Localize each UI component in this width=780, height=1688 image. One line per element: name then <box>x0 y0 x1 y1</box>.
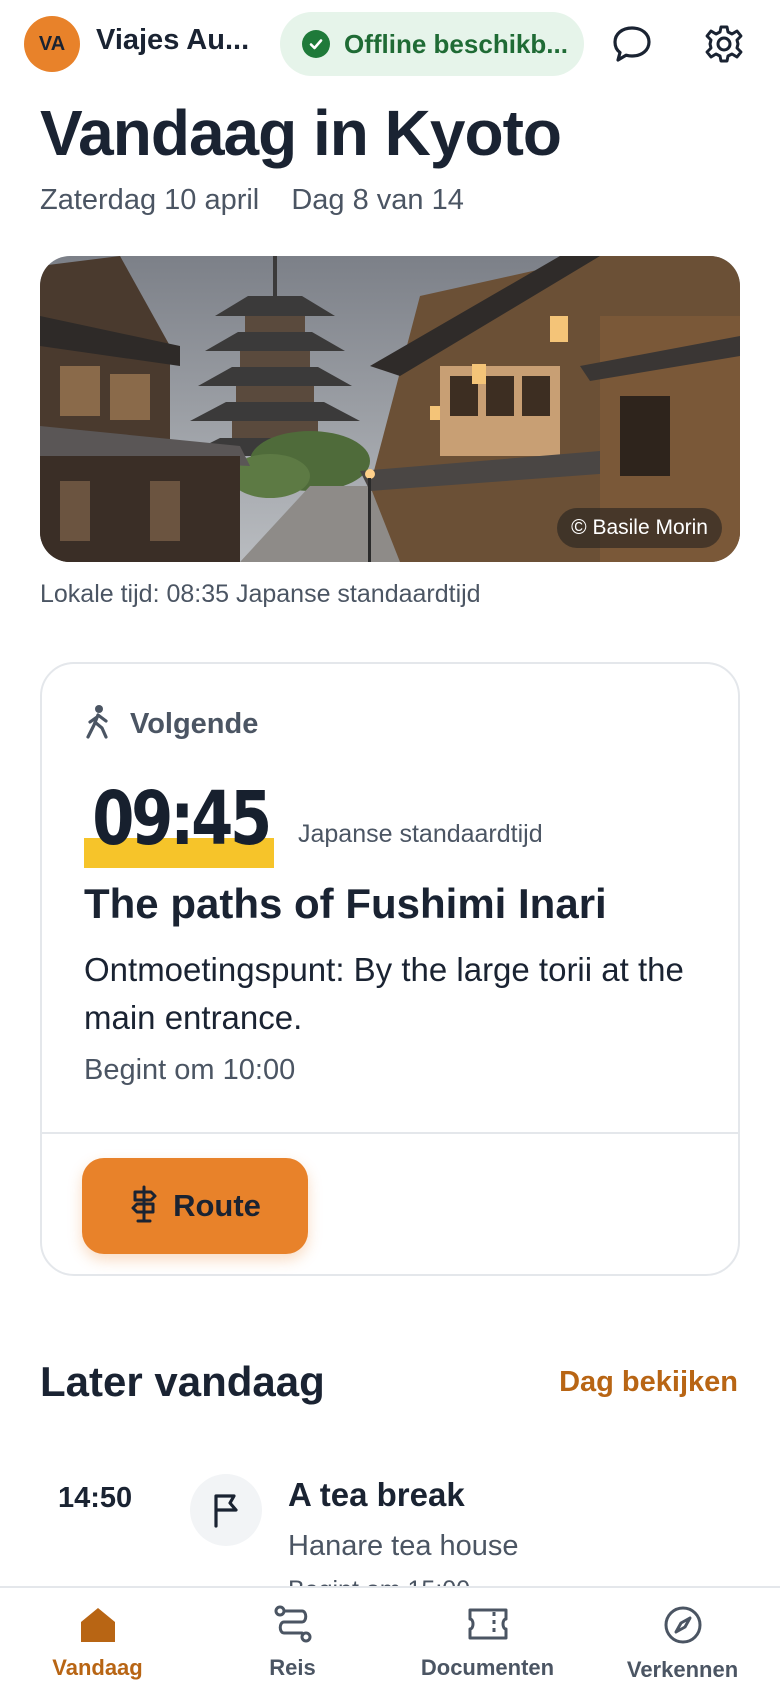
top-bar: VA Viajes Au... Offline beschikb... <box>0 0 780 88</box>
later-today-heading: Later vandaag <box>40 1358 325 1405</box>
timeline-item-time: 14:50 <box>58 1482 133 1514</box>
local-time: Lokale tijd: 08:35 Japanse standaardtijd <box>40 580 481 608</box>
meeting-point: Ontmoetingspunt: By the large torii at t… <box>84 951 684 1036</box>
nav-item-vandaag[interactable]: Vandaag <box>0 1588 195 1688</box>
flag-icon <box>190 1474 262 1546</box>
nav-label-verkennen: Verkennen <box>626 1657 739 1682</box>
compass-icon <box>662 1604 704 1651</box>
chat-bubble-icon[interactable] <box>608 20 656 68</box>
event-start-time: Begint om 10:00 <box>84 1054 296 1086</box>
walking-person-icon <box>84 704 112 745</box>
next-label-row: Volgende <box>84 704 258 745</box>
next-time: 09:45 <box>92 776 272 862</box>
view-day-link[interactable]: Dag bekijken <box>559 1366 738 1399</box>
photo-credit: © Basile Morin <box>557 508 722 548</box>
next-event-card[interactable]: Volgende 09:45 Japanse standaardtijd The… <box>40 662 740 1276</box>
route-button-label: Route <box>173 1188 261 1223</box>
avatar[interactable]: VA <box>24 16 80 72</box>
check-circle-icon <box>302 30 330 58</box>
app-name: Viajes Au... <box>96 24 250 56</box>
next-label: Volgende <box>130 708 259 740</box>
page-title: Vandaag in Kyoto <box>40 97 562 169</box>
date-text: Zaterdag 10 april <box>40 184 260 216</box>
nav-label-vandaag: Vandaag <box>52 1655 143 1680</box>
bottom-navigation: Vandaag Reis Documenten Verkennen <box>0 1586 780 1688</box>
timeline-item-place: Hanare tea house <box>288 1530 519 1562</box>
nav-label-reis: Reis <box>269 1655 316 1680</box>
offline-status-badge[interactable]: Offline beschikb... <box>280 12 584 76</box>
day-progress: Dag 8 van 14 <box>291 184 464 216</box>
date-line: Zaterdag 10 april Dag 8 van 14 <box>40 184 488 217</box>
route-icon <box>272 1604 314 1649</box>
nav-item-reis[interactable]: Reis <box>195 1588 390 1688</box>
nav-item-verkennen[interactable]: Verkennen <box>585 1588 780 1688</box>
settings-gear-icon[interactable] <box>700 20 748 68</box>
signpost-icon <box>129 1185 159 1228</box>
ticket-icon <box>466 1604 510 1649</box>
nav-label-documenten: Documenten <box>420 1655 555 1680</box>
offline-status-label: Offline beschikb... <box>344 28 568 59</box>
nav-item-documenten[interactable]: Documenten <box>390 1588 585 1688</box>
card-divider <box>42 1132 738 1134</box>
timezone-label: Japanse standaardtijd <box>298 820 543 848</box>
timeline-item-title[interactable]: A tea break <box>288 1476 465 1514</box>
destination-photo: © Basile Morin <box>40 256 740 562</box>
next-time-block: 09:45 <box>84 776 310 868</box>
event-title: The paths of Fushimi Inari <box>84 880 607 927</box>
route-button[interactable]: Route <box>82 1158 308 1254</box>
home-icon <box>77 1604 119 1649</box>
